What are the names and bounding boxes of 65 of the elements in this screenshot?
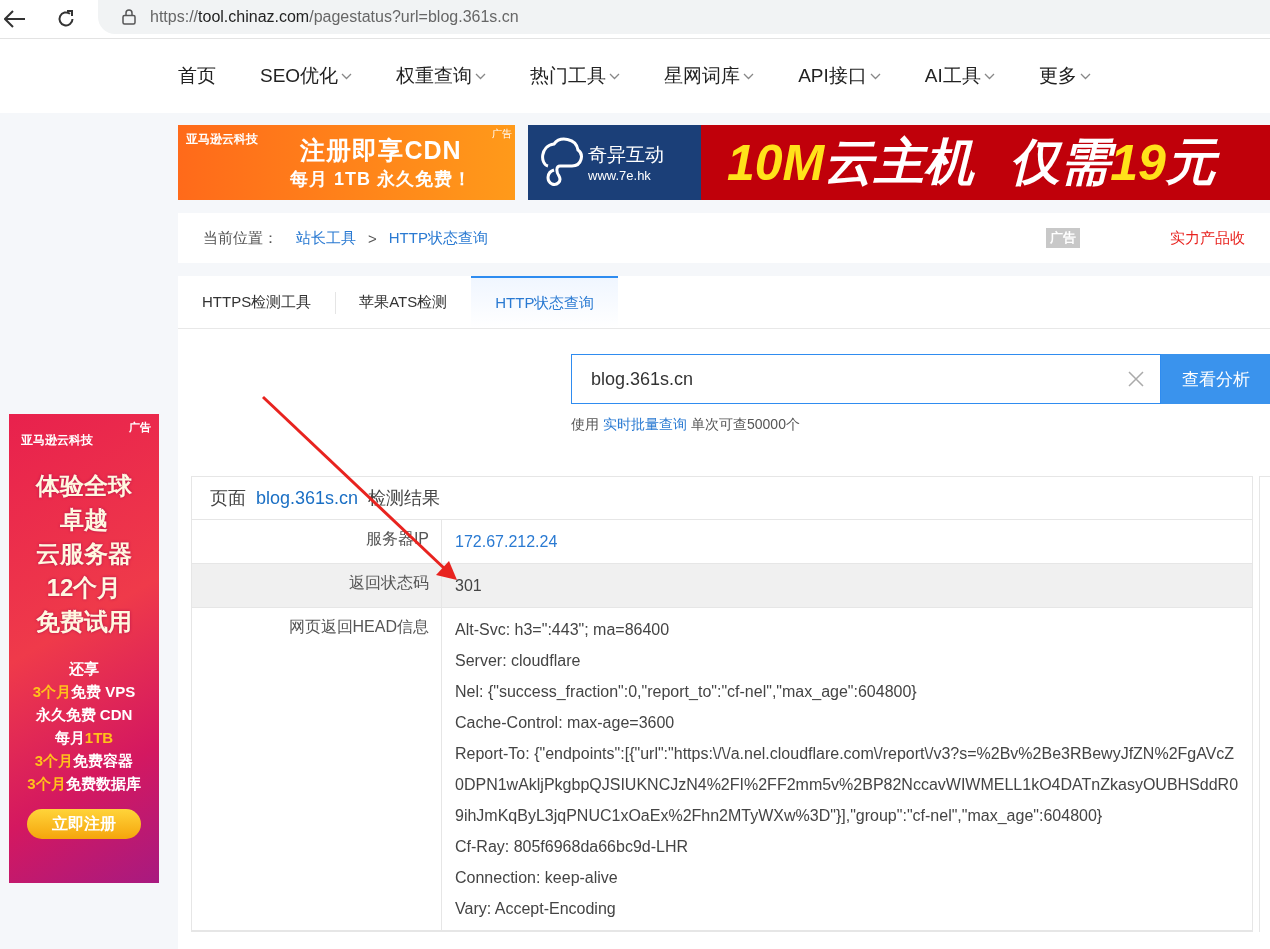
nav-item[interactable]: 星网词库 [664, 63, 755, 89]
nav-item[interactable]: API接口 [798, 63, 881, 89]
back-icon[interactable] [4, 10, 26, 28]
caret-icon [1079, 72, 1091, 80]
row-value: Nel: {"success_fraction":0,"report_to":"cf-nel","max_age":604800} [455, 682, 918, 702]
ad-brand: 亚马逊云科技 [186, 131, 258, 148]
ad-headline: 体验全球 [36, 471, 132, 501]
row-value: Report-To: {"endpoints":[{"url":"https:\/\/a.nel.cloudflare.com\/report\/v3?s=%2Bv%2Be3RBewyJfZN%2FgAVcZ0DPN1wAkljPkgbpQJSIUKNCJzN4%2FI%2FF2mm5v%2BP82NccavWIWMELL1kO4DATnZkasyOUBHSddR09ihJmKqByL3jqPNUC1xOaEx%2Fhn2MTyWXw%3D"}],"group":"cf-nel","max_age":604800} [455, 744, 1240, 826]
breadcrumb-link[interactable]: 站长工具 [296, 228, 356, 248]
ad-text: 还享 [69, 659, 99, 679]
tab[interactable]: HTTPS检测工具 [178, 276, 336, 328]
row-value: Vary: Accept-Encoding [455, 899, 617, 919]
ad-text: www.7e.hk [588, 168, 652, 183]
tab[interactable]: 苹果ATS检测 [335, 276, 472, 328]
breadcrumb-link[interactable]: HTTP状态查询 [388, 228, 488, 248]
nav-item[interactable]: SEO优化 [260, 63, 353, 89]
caret-icon [983, 72, 995, 80]
ad-banner[interactable]: 奇异互动 www.7e.hk 10M云主机 仅需19元 [528, 125, 1270, 200]
ad-text: 3个月免费容器 [34, 751, 134, 771]
caret-icon [341, 72, 353, 80]
ad-text: 3个月免费 VPS [32, 682, 136, 702]
row-value: Cf-Ray: 805f6968da66bc9d-LHR [455, 837, 690, 857]
ad-brand: 亚马逊云科技 [21, 432, 93, 449]
caret-icon [869, 72, 881, 80]
reload-icon[interactable] [56, 9, 76, 29]
ad-headline: 12个月 [46, 573, 122, 603]
hint-text: 单次可查50000个 [691, 416, 800, 434]
lock-icon [122, 9, 136, 25]
ad-text: 注册即享CDN [300, 135, 462, 166]
ad-brand: 奇异互动 [588, 143, 664, 167]
nav-item[interactable]: 热门工具 [530, 63, 621, 89]
row-value: Alt-Svc: h3=":443"; ma=86400 [455, 620, 671, 640]
result-title: 页面 [210, 487, 246, 510]
address-bar[interactable]: https://tool.chinaz.com/pagestatus?url=blog.361s.cn [98, 0, 1270, 34]
ad-text: 3个月免费数据库 [27, 774, 141, 794]
search-field[interactable]: blog.361s.cn [571, 354, 1162, 404]
ad-headline: 免费试用 [36, 607, 132, 637]
caret-icon [743, 72, 755, 80]
nav-item[interactable]: AI工具 [924, 63, 995, 89]
ad-text: 每月 1TB 永久免费！ [290, 168, 472, 191]
ad-tag: 广告 [492, 127, 512, 141]
row-label: 网页返回HEAD信息 [288, 618, 429, 635]
nav-item[interactable]: 权重查询 [396, 63, 487, 89]
ad-text: 每月1TB [54, 728, 114, 748]
ad-headline: 卓越 [60, 505, 108, 535]
nav-item[interactable]: 首页 [178, 63, 216, 89]
row-value: Cache-Control: max-age=3600 [455, 713, 676, 733]
caret-icon [475, 72, 487, 80]
row-value: Connection: keep-alive [455, 868, 619, 888]
ad-link[interactable]: 实力产品收 [1169, 228, 1245, 248]
domain-link[interactable]: blog.361s.cn [256, 487, 359, 509]
row-value: Server: cloudflare [455, 651, 582, 671]
ad-banner[interactable]: 广告 亚马逊云科技 体验全球 卓越 云服务器 12个月 免费试用 还享 3个月免费 VPS 永久免费 CDN 每月1TB 3个月免费容器 3个月免费数据库 立即注册 [9, 414, 159, 883]
caret-icon [609, 72, 621, 80]
breadcrumb-separator: > [368, 229, 377, 247]
ad-text: 永久免费 CDN [35, 705, 133, 725]
hint-text: 使用 [571, 416, 599, 434]
nav-item[interactable]: 更多 [1038, 63, 1091, 89]
breadcrumb-label: 当前位置： [203, 228, 278, 248]
batch-query-link[interactable]: 实时批量查询 [603, 416, 687, 434]
ip-link[interactable]: 172.67.212.24 [455, 526, 1240, 557]
row-label: 返回状态码 [349, 574, 429, 591]
ad-headline: 云服务器 [36, 539, 132, 569]
ad-tag: 广告 [129, 420, 151, 435]
row-value: 301 [455, 576, 483, 596]
